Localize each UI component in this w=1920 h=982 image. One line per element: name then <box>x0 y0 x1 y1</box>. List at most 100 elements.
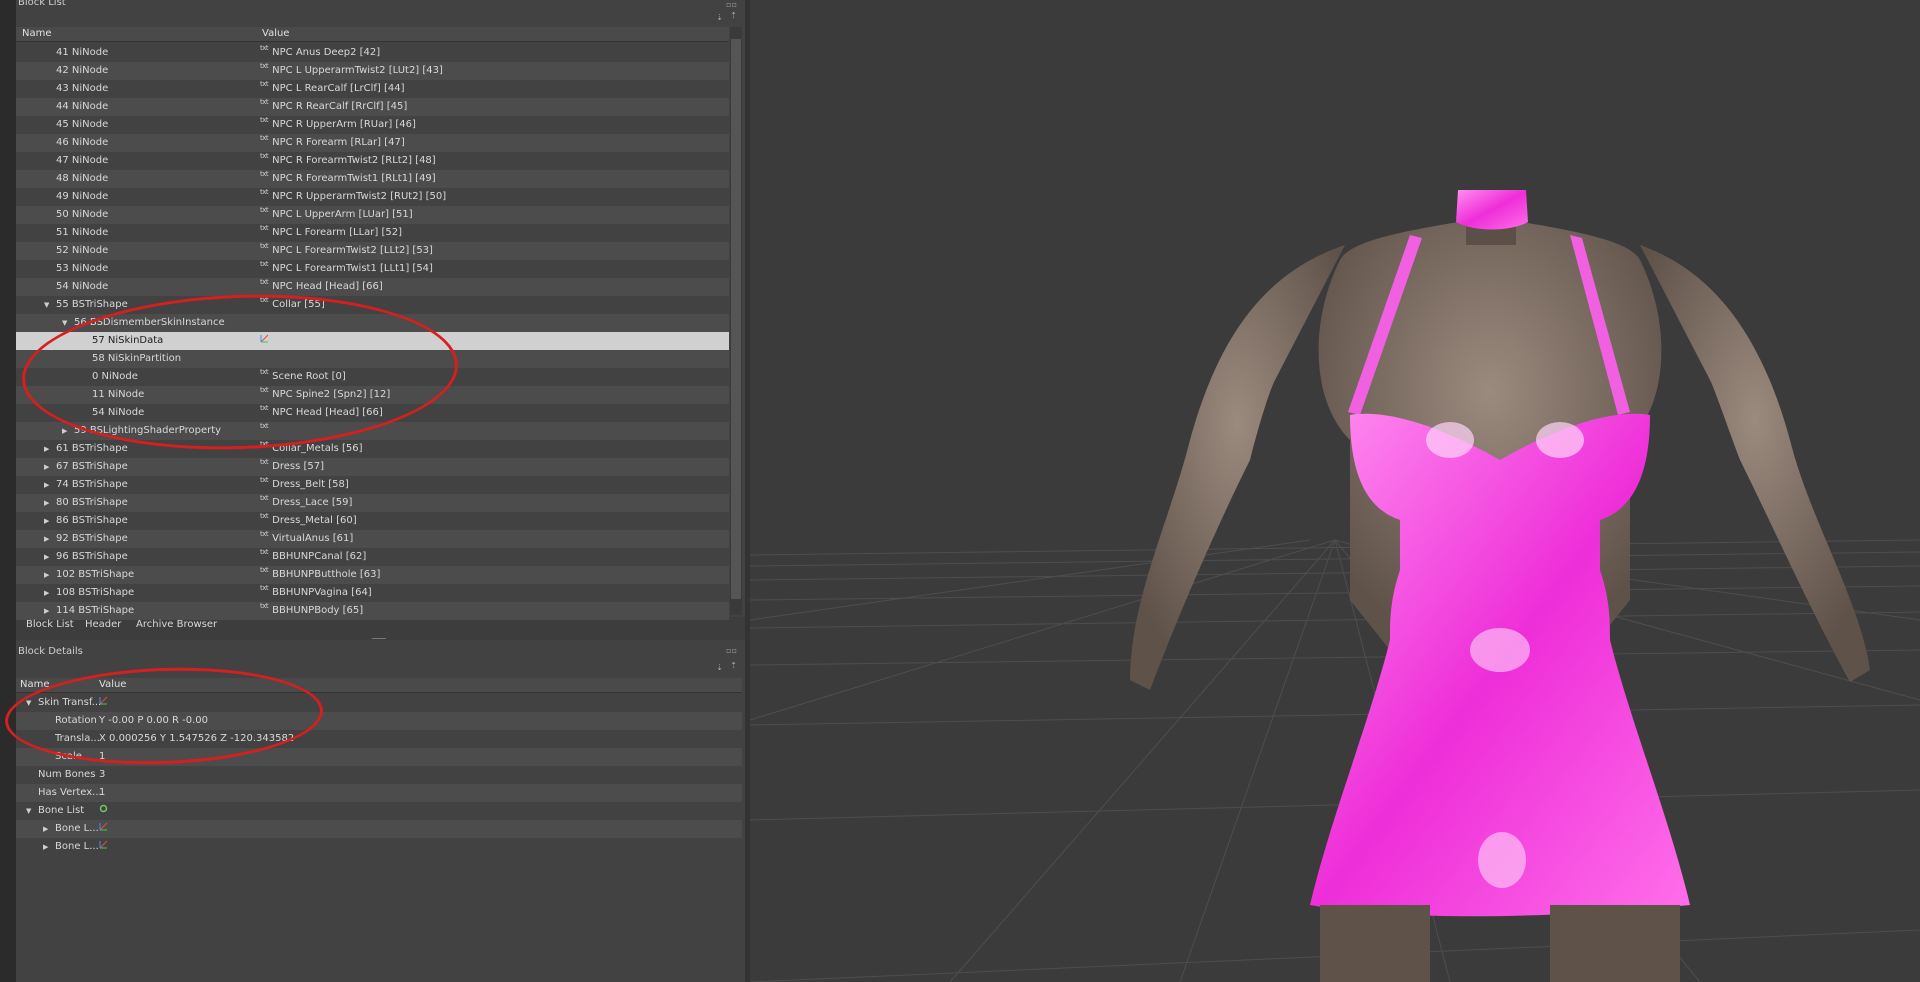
expand-arrow-closed-icon[interactable]: ▶ <box>44 440 49 458</box>
block-list-row[interactable]: ▶ 67 BSTriShape txt Dress [57] <box>16 458 729 476</box>
block-list-row[interactable]: 49 NiNode txt NPC R UpperarmTwist2 [RUt2] … <box>16 188 729 206</box>
expand-arrow-closed-icon[interactable]: ▶ <box>44 458 49 476</box>
expand-arrow-closed-icon[interactable]: ▶ <box>44 512 49 530</box>
block-list-row[interactable]: ▶ 114 BSTriShape txt BBHUNPBody [65] <box>16 602 729 620</box>
block-list-row-value: txt Dress_Metal [60] <box>260 512 357 530</box>
viewport-render <box>750 190 1920 982</box>
block-details-row[interactable]: ▶ Bone L... <box>16 820 742 838</box>
block-list-row[interactable]: 50 NiNode txt NPC L UpperArm [LUar] [51] <box>16 206 729 224</box>
expand-icon[interactable]: ⇡ <box>730 661 737 670</box>
collapse-icon[interactable]: ⇣ <box>716 663 723 672</box>
block-list-row-value: txt NPC L UpperArm [LUar] [51] <box>260 206 413 224</box>
block-list-row[interactable]: 53 NiNode txt NPC L ForearmTwist1 [LLt1] [… <box>16 260 729 278</box>
expand-arrow-closed-icon[interactable]: ▶ <box>62 422 67 440</box>
block-list-row-name: 61 BSTriShape <box>56 443 128 454</box>
expand-arrow-closed-icon[interactable]: ▶ <box>44 530 49 548</box>
block-list-row-value-text: NPC R Forearm [RLar] [47] <box>272 137 405 148</box>
block-list-row[interactable]: 43 NiNode txt NPC L RearCalf [LrClf] [44] <box>16 80 729 98</box>
block-list-row-value-text: NPC R RearCalf [RrClf] [45] <box>272 101 408 112</box>
collapse-icon[interactable]: ⇣ <box>716 13 723 22</box>
block-list-row[interactable]: ▶ 96 BSTriShape txt BBHUNPCanal [62] <box>16 548 729 566</box>
block-list-row[interactable]: ▶ 74 BSTriShape txt Dress_Belt [58] <box>16 476 729 494</box>
3d-viewport[interactable] <box>750 0 1920 982</box>
block-list-row-name: 53 NiNode <box>56 263 109 274</box>
block-list-row[interactable]: ▶ 86 BSTriShape txt Dress_Metal [60] <box>16 512 729 530</box>
text-string-icon: txt <box>260 98 269 106</box>
transform-axes-icon <box>99 822 108 834</box>
block-list-row[interactable]: 45 NiNode txt NPC R UpperArm [RUar] [46] <box>16 116 729 134</box>
expand-arrow-closed-icon[interactable]: ▶ <box>43 820 48 838</box>
block-list-row[interactable]: 42 NiNode txt NPC L UpperarmTwist2 [LUt2] … <box>16 62 729 80</box>
block-details-row[interactable]: Has Vertex... 1 <box>16 784 742 802</box>
scrollbar-thumb[interactable] <box>731 39 741 599</box>
dock-float-close-icon[interactable]: ▫▫ <box>726 0 737 9</box>
block-details-row[interactable]: Num Bones 3 <box>16 766 742 784</box>
block-list-row[interactable]: 41 NiNode txt NPC Anus Deep2 [42] <box>16 44 729 62</box>
block-details-row-value <box>99 802 112 820</box>
block-list-row-value-text: NPC L UpperarmTwist2 [LUt2] [43] <box>272 65 443 76</box>
expand-arrow-closed-icon[interactable]: ▶ <box>44 548 49 566</box>
block-list-row-value: txt BBHUNPBody [65] <box>260 602 363 620</box>
tab-header[interactable]: Header <box>85 619 121 630</box>
name-column-header[interactable]: Name <box>22 28 52 39</box>
block-list-row-value: txt NPC R ForearmTwist1 [RLt1] [49] <box>260 170 436 188</box>
block-list-row-value-text: Dress_Lace [59] <box>272 497 353 508</box>
collar <box>1456 190 1528 230</box>
block-list-row-name: 50 NiNode <box>56 209 109 220</box>
block-list-row[interactable]: 44 NiNode txt NPC R RearCalf [RrClf] [45] <box>16 98 729 116</box>
splitter-handle[interactable] <box>372 638 386 639</box>
block-list-row-value-text: VirtualAnus [61] <box>272 533 354 544</box>
block-list-row-name: 41 NiNode <box>56 47 109 58</box>
expand-arrow-closed-icon[interactable]: ▶ <box>44 602 49 620</box>
block-list-row-value: txt Dress_Belt [58] <box>260 476 349 494</box>
text-string-icon: txt <box>260 278 269 286</box>
expand-arrow-open-icon[interactable]: ▼ <box>26 802 31 820</box>
block-list-row[interactable]: 51 NiNode txt NPC L Forearm [LLar] [52] <box>16 224 729 242</box>
expand-icon[interactable]: ⇡ <box>730 11 737 20</box>
expand-arrow-open-icon[interactable]: ▼ <box>44 296 49 314</box>
block-list-row-value-text: NPC R ForearmTwist1 [RLt1] [49] <box>272 173 436 184</box>
text-string-icon: txt <box>260 512 269 520</box>
left-leg <box>1320 905 1430 982</box>
block-list-row-value: txt NPC R Forearm [RLar] [47] <box>260 134 405 152</box>
dress-highlight <box>1470 628 1530 672</box>
block-list-row[interactable]: 46 NiNode txt NPC R Forearm [RLar] [47] <box>16 134 729 152</box>
block-list-row-value-text: NPC R UpperArm [RUar] [46] <box>272 119 416 130</box>
block-details-row-value-text: 3 <box>99 769 106 780</box>
block-list-title: Block List <box>18 0 66 8</box>
expand-arrow-closed-icon[interactable]: ▶ <box>43 838 48 856</box>
block-list-row-value-text: Dress_Belt [58] <box>272 479 349 490</box>
expand-arrow-closed-icon[interactable]: ▶ <box>44 476 49 494</box>
block-list-row-value: txt NPC L ForearmTwist2 [LLt2] [53] <box>260 242 433 260</box>
block-list-row-name: 42 NiNode <box>56 65 109 76</box>
block-list-row[interactable]: ▶ 108 BSTriShape txt BBHUNPVagina [64] <box>16 584 729 602</box>
block-list-row[interactable]: ▶ 92 BSTriShape txt VirtualAnus [61] <box>16 530 729 548</box>
block-list-row[interactable]: 47 NiNode txt NPC R ForearmTwist2 [RLt2] [… <box>16 152 729 170</box>
block-list-row[interactable]: ▶ 61 BSTriShape txt Collar_Metals [56] <box>16 440 729 458</box>
block-list-row[interactable]: ▶ 102 BSTriShape txt BBHUNPButthole [63] <box>16 566 729 584</box>
dress-highlight <box>1478 832 1526 888</box>
block-list-row-value-text: NPC Head [Head] [66] <box>272 281 383 292</box>
block-list-row-name: 86 BSTriShape <box>56 515 128 526</box>
block-list-row-name: 44 NiNode <box>56 101 109 112</box>
value-column-header[interactable]: Value <box>262 28 289 39</box>
block-list-scrollbar[interactable] <box>730 27 742 615</box>
block-details-row[interactable]: ▶ Bone L... <box>16 838 742 856</box>
block-list-row[interactable]: 48 NiNode txt NPC R ForearmTwist1 [RLt1] [… <box>16 170 729 188</box>
block-list-row[interactable]: 52 NiNode txt NPC L ForearmTwist2 [LLt2] [… <box>16 242 729 260</box>
block-list-row[interactable]: ▶ 80 BSTriShape txt Dress_Lace [59] <box>16 494 729 512</box>
block-list-row-name: 108 BSTriShape <box>56 587 135 598</box>
block-details-row-name: Bone L... <box>55 823 99 834</box>
tab-archive-browser[interactable]: Archive Browser <box>136 619 217 630</box>
dock-float-close-icon[interactable]: ▫▫ <box>726 646 737 655</box>
block-details-row[interactable]: ▼ Bone List <box>16 802 742 820</box>
block-list-row-name: 67 BSTriShape <box>56 461 128 472</box>
block-list-row-name: 96 BSTriShape <box>56 551 128 562</box>
left-dock-strip <box>0 0 16 982</box>
expand-arrow-closed-icon[interactable]: ▶ <box>44 584 49 602</box>
block-list-row[interactable]: 54 NiNode txt NPC Head [Head] [66] <box>16 278 729 296</box>
tab-block-list[interactable]: Block List <box>26 619 74 630</box>
expand-arrow-closed-icon[interactable]: ▶ <box>44 494 49 512</box>
expand-arrow-closed-icon[interactable]: ▶ <box>44 566 49 584</box>
dress-highlight <box>1536 422 1584 458</box>
